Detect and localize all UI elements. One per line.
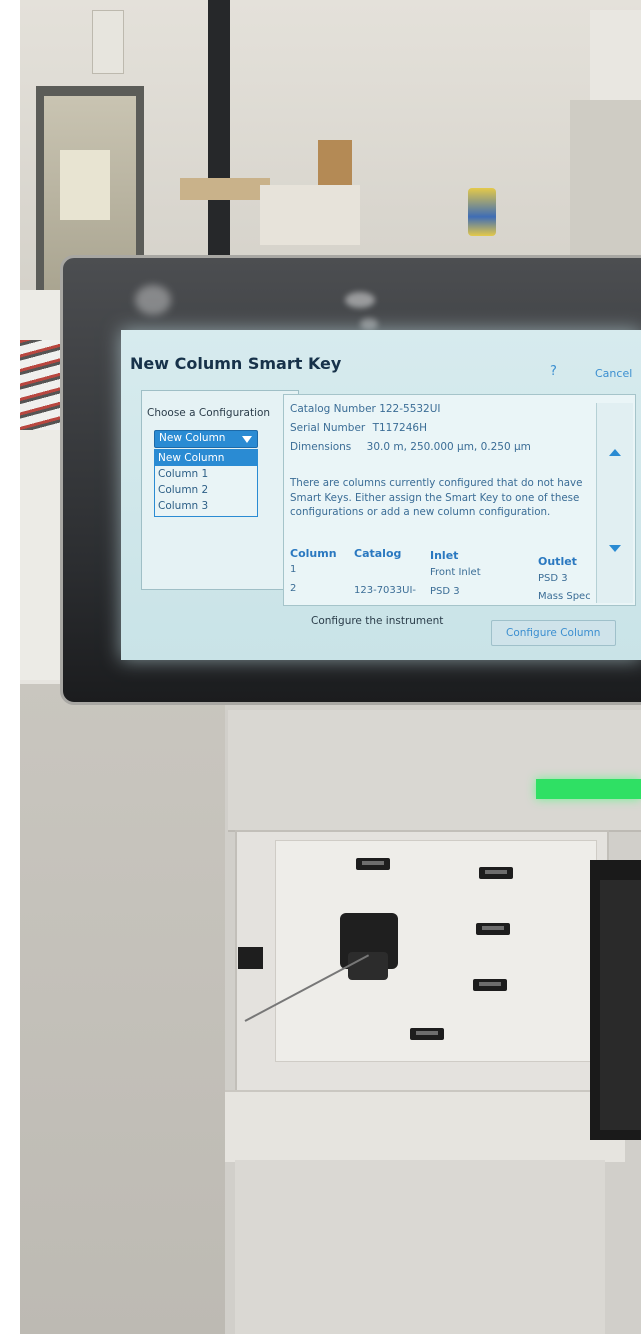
touchscreen-display: New Column Smart Key ? Cancel Choose a C…	[121, 330, 641, 660]
support-pole	[208, 0, 230, 275]
smart-key-slot[interactable]	[473, 979, 507, 991]
column-header: Column	[290, 547, 337, 560]
row2-inlet: PSD 3	[430, 586, 460, 597]
image-border	[0, 0, 20, 1334]
dropdown-selected-value: New Column	[159, 432, 226, 444]
chevron-down-icon	[242, 436, 252, 443]
dialog-title: New Column Smart Key	[130, 354, 342, 373]
instrument-ledge	[225, 1090, 625, 1162]
inlet-header: Inlet	[430, 549, 459, 562]
row1-column: 1	[290, 564, 297, 575]
doorway-light	[60, 150, 110, 220]
catalog-header: Catalog	[354, 547, 402, 560]
details-scrollbar[interactable]	[596, 403, 633, 603]
cables	[20, 340, 64, 430]
row1-inlet: Front Inlet	[430, 567, 481, 578]
catalog-label: Catalog Number	[290, 403, 376, 415]
serial-value: T117246H	[372, 422, 427, 434]
status-light	[536, 779, 641, 799]
side-door-inner	[600, 880, 641, 1130]
wall-electrical-box	[92, 10, 124, 74]
smart-key-slot[interactable]	[479, 867, 513, 879]
instrument-lower-body	[235, 1160, 605, 1334]
configure-column-label: Configure Column	[506, 627, 601, 639]
storage-box	[260, 185, 360, 245]
dimensions-row: Dimensions 30.0 m, 250.000 µm, 0.250 µm	[290, 441, 531, 453]
cancel-button[interactable]: Cancel	[595, 367, 632, 380]
configuration-dropdown[interactable]: New Column	[154, 430, 258, 448]
row2-catalog: 123-7033UI-	[354, 585, 417, 596]
serial-label: Serial Number	[290, 422, 366, 434]
footer-hint: Configure the instrument	[311, 615, 444, 627]
help-button[interactable]: ?	[550, 364, 557, 379]
row2-column: 2	[290, 583, 297, 594]
configuration-options: New Column Column 1 Column 2 Column 3	[154, 449, 258, 517]
smart-key-slot[interactable]	[476, 923, 510, 935]
ceiling-fixture	[590, 10, 641, 100]
instrument-front-strip	[228, 710, 641, 832]
canister	[468, 188, 496, 236]
row2-outlet: Mass Spec	[538, 591, 590, 602]
configuration-label: Choose a Configuration	[147, 407, 271, 419]
cardboard-box	[318, 140, 352, 186]
bench-cabinet	[20, 680, 225, 1334]
option-column-2[interactable]: Column 2	[155, 482, 257, 498]
smart-key-slot[interactable]	[356, 858, 390, 870]
scroll-down-button[interactable]	[597, 503, 633, 603]
dimensions-label: Dimensions	[290, 441, 352, 453]
row1-outlet: PSD 3	[538, 573, 568, 584]
catalog-value: 122-5532UI	[379, 403, 441, 415]
shelf	[180, 178, 270, 200]
option-column-1[interactable]: Column 1	[155, 466, 257, 482]
outlet-header: Outlet	[538, 555, 577, 568]
column-details-panel: Catalog Number 122-5532UI Serial Number …	[283, 394, 636, 606]
smart-key-slot[interactable]	[410, 1028, 444, 1040]
configuration-panel: Choose a Configuration New Column New Co…	[141, 390, 299, 590]
light-reflection	[345, 292, 375, 308]
unassigned-columns-message: There are columns currently configured t…	[290, 477, 583, 518]
serial-row: Serial Number T117246H	[290, 422, 427, 434]
panel-button[interactable]	[238, 947, 263, 969]
light-reflection	[360, 318, 378, 330]
configure-column-button[interactable]: Configure Column	[491, 620, 616, 646]
dimensions-value: 30.0 m, 250.000 µm, 0.250 µm	[366, 441, 531, 453]
option-column-3[interactable]: Column 3	[155, 498, 257, 514]
option-new-column[interactable]: New Column	[155, 450, 257, 466]
catalog-row: Catalog Number 122-5532UI	[290, 403, 441, 415]
light-reflection	[135, 285, 171, 315]
scroll-up-button[interactable]	[597, 403, 633, 504]
